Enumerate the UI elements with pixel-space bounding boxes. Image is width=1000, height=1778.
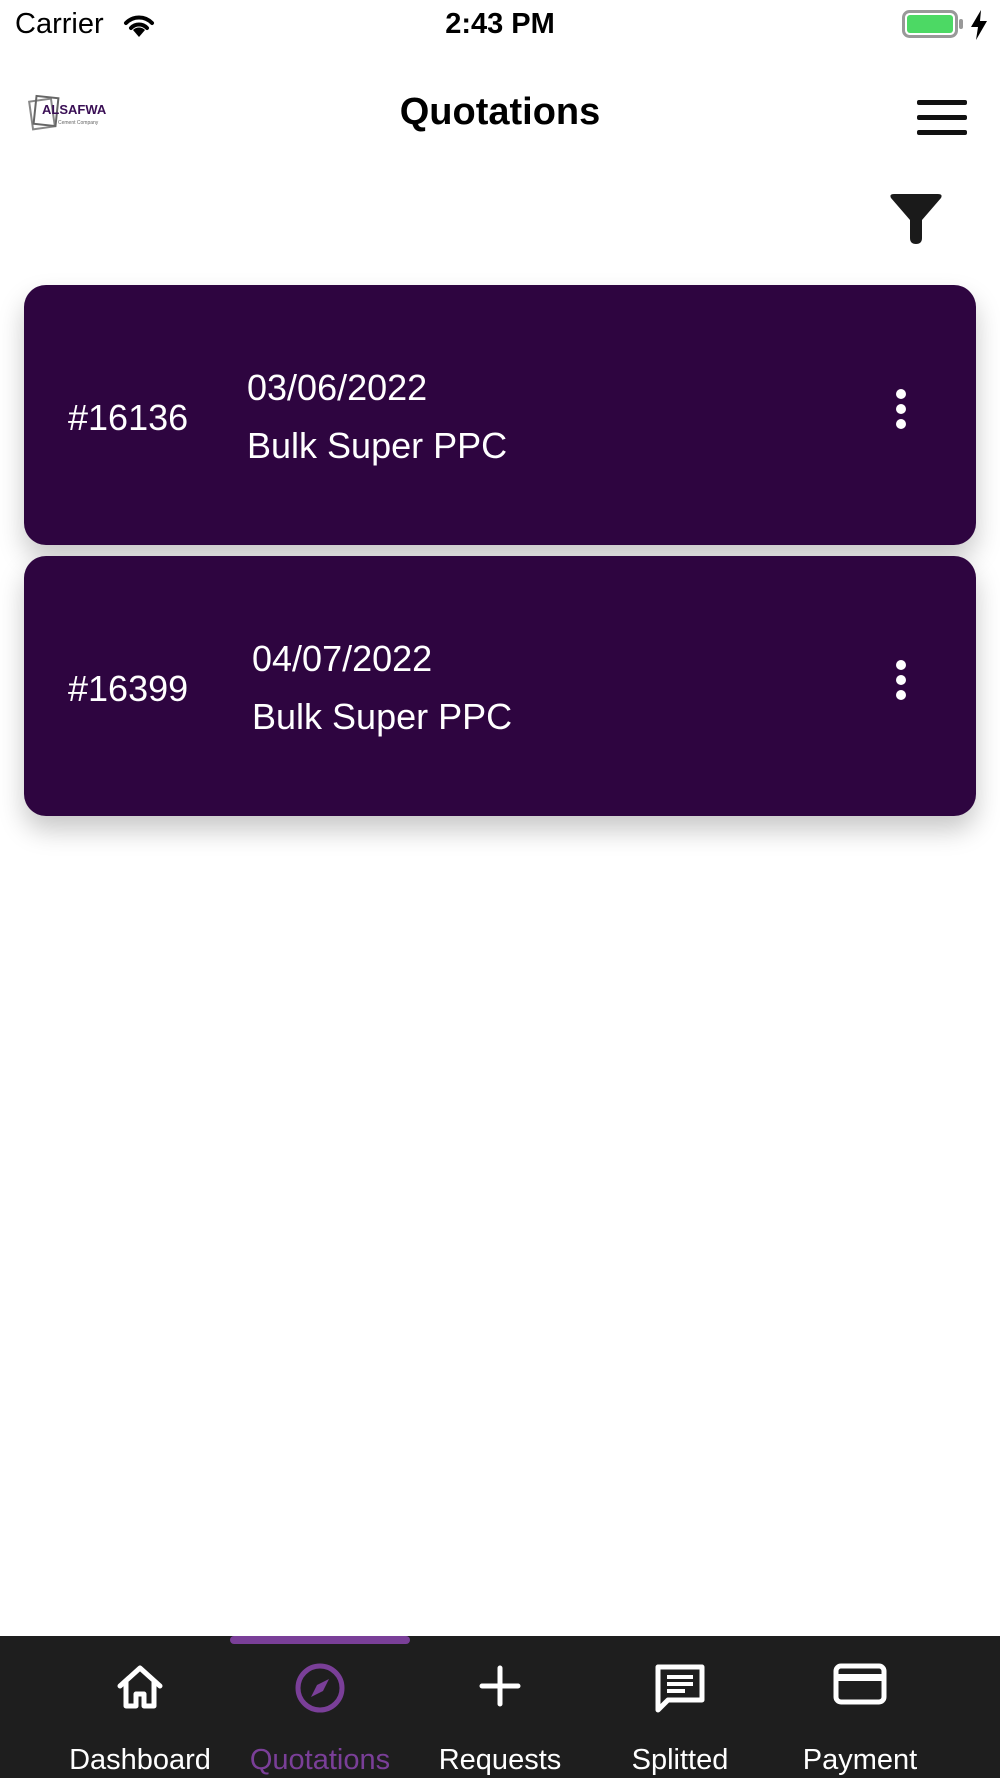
- quotation-product: Bulk Super PPC: [247, 425, 508, 466]
- quotation-id: #16136: [68, 397, 189, 438]
- nav-requests[interactable]: Requests: [410, 1636, 590, 1778]
- status-bar: Carrier 2:43 PM: [0, 0, 1000, 50]
- nav-label: Payment: [802, 1744, 918, 1776]
- quotation-card[interactable]: #16399 04/07/2022 Bulk Super PPC: [24, 556, 976, 816]
- filter-icon[interactable]: [885, 190, 947, 250]
- app-header: ALSAFWA Cement Company Quotations: [0, 60, 1000, 170]
- charging-bolt-icon: [971, 10, 987, 40]
- page-title: Quotations: [399, 91, 601, 133]
- credit-card-icon: [833, 1663, 887, 1705]
- battery-icon: [902, 10, 963, 38]
- message-icon: [655, 1664, 705, 1713]
- bottom-navigation: Dashboard Quotations Requests Splitted P…: [0, 1636, 1000, 1778]
- hamburger-menu-button[interactable]: [910, 98, 967, 138]
- quotation-id: #16399: [68, 668, 189, 709]
- quotation-date: 03/06/2022: [247, 367, 428, 408]
- nav-label: Quotations: [249, 1744, 391, 1776]
- more-options-icon[interactable]: [890, 389, 912, 433]
- quotation-date: 04/07/2022: [252, 638, 433, 679]
- nav-label: Requests: [438, 1744, 562, 1776]
- menu-line: [917, 100, 967, 105]
- plus-icon: [479, 1665, 521, 1707]
- nav-quotations[interactable]: Quotations: [230, 1636, 410, 1778]
- nav-label: Splitted: [631, 1744, 729, 1776]
- more-options-icon[interactable]: [890, 660, 912, 704]
- status-time: 2:43 PM: [445, 8, 555, 40]
- nav-label: Dashboard: [69, 1744, 211, 1776]
- home-icon: [117, 1665, 163, 1709]
- nav-payment[interactable]: Payment: [770, 1636, 950, 1778]
- menu-line: [917, 115, 967, 120]
- nav-dashboard[interactable]: Dashboard: [50, 1636, 230, 1778]
- menu-line: [917, 130, 967, 135]
- quotation-card[interactable]: #16136 03/06/2022 Bulk Super PPC: [24, 285, 976, 545]
- nav-splitted[interactable]: Splitted: [590, 1636, 770, 1778]
- quotation-product: Bulk Super PPC: [252, 696, 513, 737]
- compass-icon: [295, 1663, 345, 1713]
